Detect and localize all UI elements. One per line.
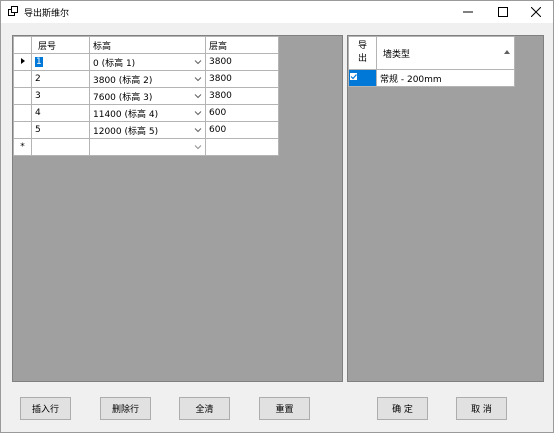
- reset-button[interactable]: 重置: [259, 397, 310, 420]
- row-header[interactable]: [13, 104, 32, 122]
- table-header-row: 层号 标高 层高: [13, 36, 279, 54]
- height-cell[interactable]: 600: [205, 104, 279, 122]
- row-header[interactable]: [13, 53, 32, 71]
- height-cell[interactable]: [205, 138, 279, 156]
- maximize-icon: [497, 7, 508, 17]
- close-icon: [530, 7, 541, 17]
- height-cell[interactable]: 3800: [205, 87, 279, 105]
- height-cell[interactable]: 600: [205, 121, 279, 139]
- insert-row-button[interactable]: 插入行: [20, 397, 71, 420]
- minimize-button[interactable]: [450, 1, 485, 23]
- floor-cell[interactable]: 5: [31, 121, 90, 139]
- title-bar[interactable]: 导出斯维尔: [1, 1, 553, 23]
- table-row[interactable]: 2 3800 (标高 2) 3800: [13, 70, 279, 88]
- wall-type-cell[interactable]: 常规 - 200mm: [376, 69, 515, 87]
- elevation-combo-cell[interactable]: 3800 (标高 2): [89, 70, 206, 88]
- elevation-combo-cell[interactable]: 7600 (标高 3): [89, 87, 206, 105]
- export-checkbox[interactable]: [349, 72, 358, 81]
- chevron-down-icon[interactable]: [194, 109, 202, 117]
- floor-cell[interactable]: [31, 138, 90, 156]
- row-header[interactable]: *: [13, 138, 32, 156]
- elevation-combo-cell[interactable]: 12000 (标高 5): [89, 121, 206, 139]
- delete-row-button[interactable]: 删除行: [100, 397, 151, 420]
- row-indicator-arrow-icon: [20, 58, 25, 64]
- elevation-combo-cell[interactable]: [89, 138, 206, 156]
- chevron-down-icon[interactable]: [194, 75, 202, 83]
- column-header-height[interactable]: 层高: [205, 36, 279, 54]
- floor-cell[interactable]: 2: [31, 70, 90, 88]
- floor-grid-panel[interactable]: 层号 标高 层高 1 0 (标高 1) 3800 2 3800 (标高 2) 3…: [12, 35, 343, 382]
- maximize-button[interactable]: [485, 1, 520, 23]
- window-title: 导出斯维尔: [24, 9, 70, 19]
- height-cell[interactable]: 3800: [205, 53, 279, 71]
- corner-header[interactable]: [13, 36, 32, 54]
- table-row[interactable]: 1 0 (标高 1) 3800: [13, 53, 279, 71]
- ok-button[interactable]: 确 定: [377, 397, 428, 420]
- new-row[interactable]: *: [13, 138, 279, 156]
- row-header[interactable]: [13, 87, 32, 105]
- column-header-wall-type[interactable]: 墙类型: [376, 36, 515, 70]
- chevron-down-icon[interactable]: [194, 126, 202, 134]
- wall-type-table: 导出 墙类型 常规 - 200mm: [348, 36, 515, 87]
- close-button[interactable]: [518, 1, 553, 23]
- floor-cell[interactable]: 3: [31, 87, 90, 105]
- chevron-down-icon[interactable]: [194, 143, 202, 151]
- table-row[interactable]: 3 7600 (标高 3) 3800: [13, 87, 279, 105]
- table-header-row: 导出 墙类型: [348, 36, 515, 70]
- table-row[interactable]: 5 12000 (标高 5) 600: [13, 121, 279, 139]
- clear-all-button[interactable]: 全清: [179, 397, 230, 420]
- floor-table: 层号 标高 层高 1 0 (标高 1) 3800 2 3800 (标高 2) 3…: [13, 36, 279, 156]
- chevron-down-icon[interactable]: [194, 58, 202, 66]
- elevation-combo-cell[interactable]: 0 (标高 1): [89, 53, 206, 71]
- column-header-export[interactable]: 导出: [348, 36, 377, 70]
- table-row[interactable]: 常规 - 200mm: [348, 69, 515, 87]
- export-icon: [8, 6, 18, 16]
- table-row[interactable]: 4 11400 (标高 4) 600: [13, 104, 279, 122]
- minimize-icon: [462, 11, 473, 13]
- floor-cell[interactable]: 4: [31, 104, 90, 122]
- floor-cell[interactable]: 1: [31, 53, 90, 71]
- column-header-floor[interactable]: 层号: [31, 36, 90, 54]
- wall-type-grid-panel[interactable]: 导出 墙类型 常规 - 200mm: [347, 35, 544, 382]
- row-header[interactable]: [13, 70, 32, 88]
- column-header-elevation[interactable]: 标高: [89, 36, 206, 54]
- sort-ascending-icon: [504, 50, 510, 54]
- export-dialog-window: 导出斯维尔 层号 标高 层高 1 0 (标高 1) 3800 2 3800 (标…: [0, 0, 554, 433]
- cancel-button[interactable]: 取 消: [456, 397, 507, 420]
- checkmark-icon: [350, 74, 357, 80]
- row-header[interactable]: [13, 121, 32, 139]
- chevron-down-icon[interactable]: [194, 92, 202, 100]
- height-cell[interactable]: 3800: [205, 70, 279, 88]
- new-row-marker: *: [20, 142, 25, 152]
- export-checkbox-cell[interactable]: [348, 69, 377, 87]
- elevation-combo-cell[interactable]: 11400 (标高 4): [89, 104, 206, 122]
